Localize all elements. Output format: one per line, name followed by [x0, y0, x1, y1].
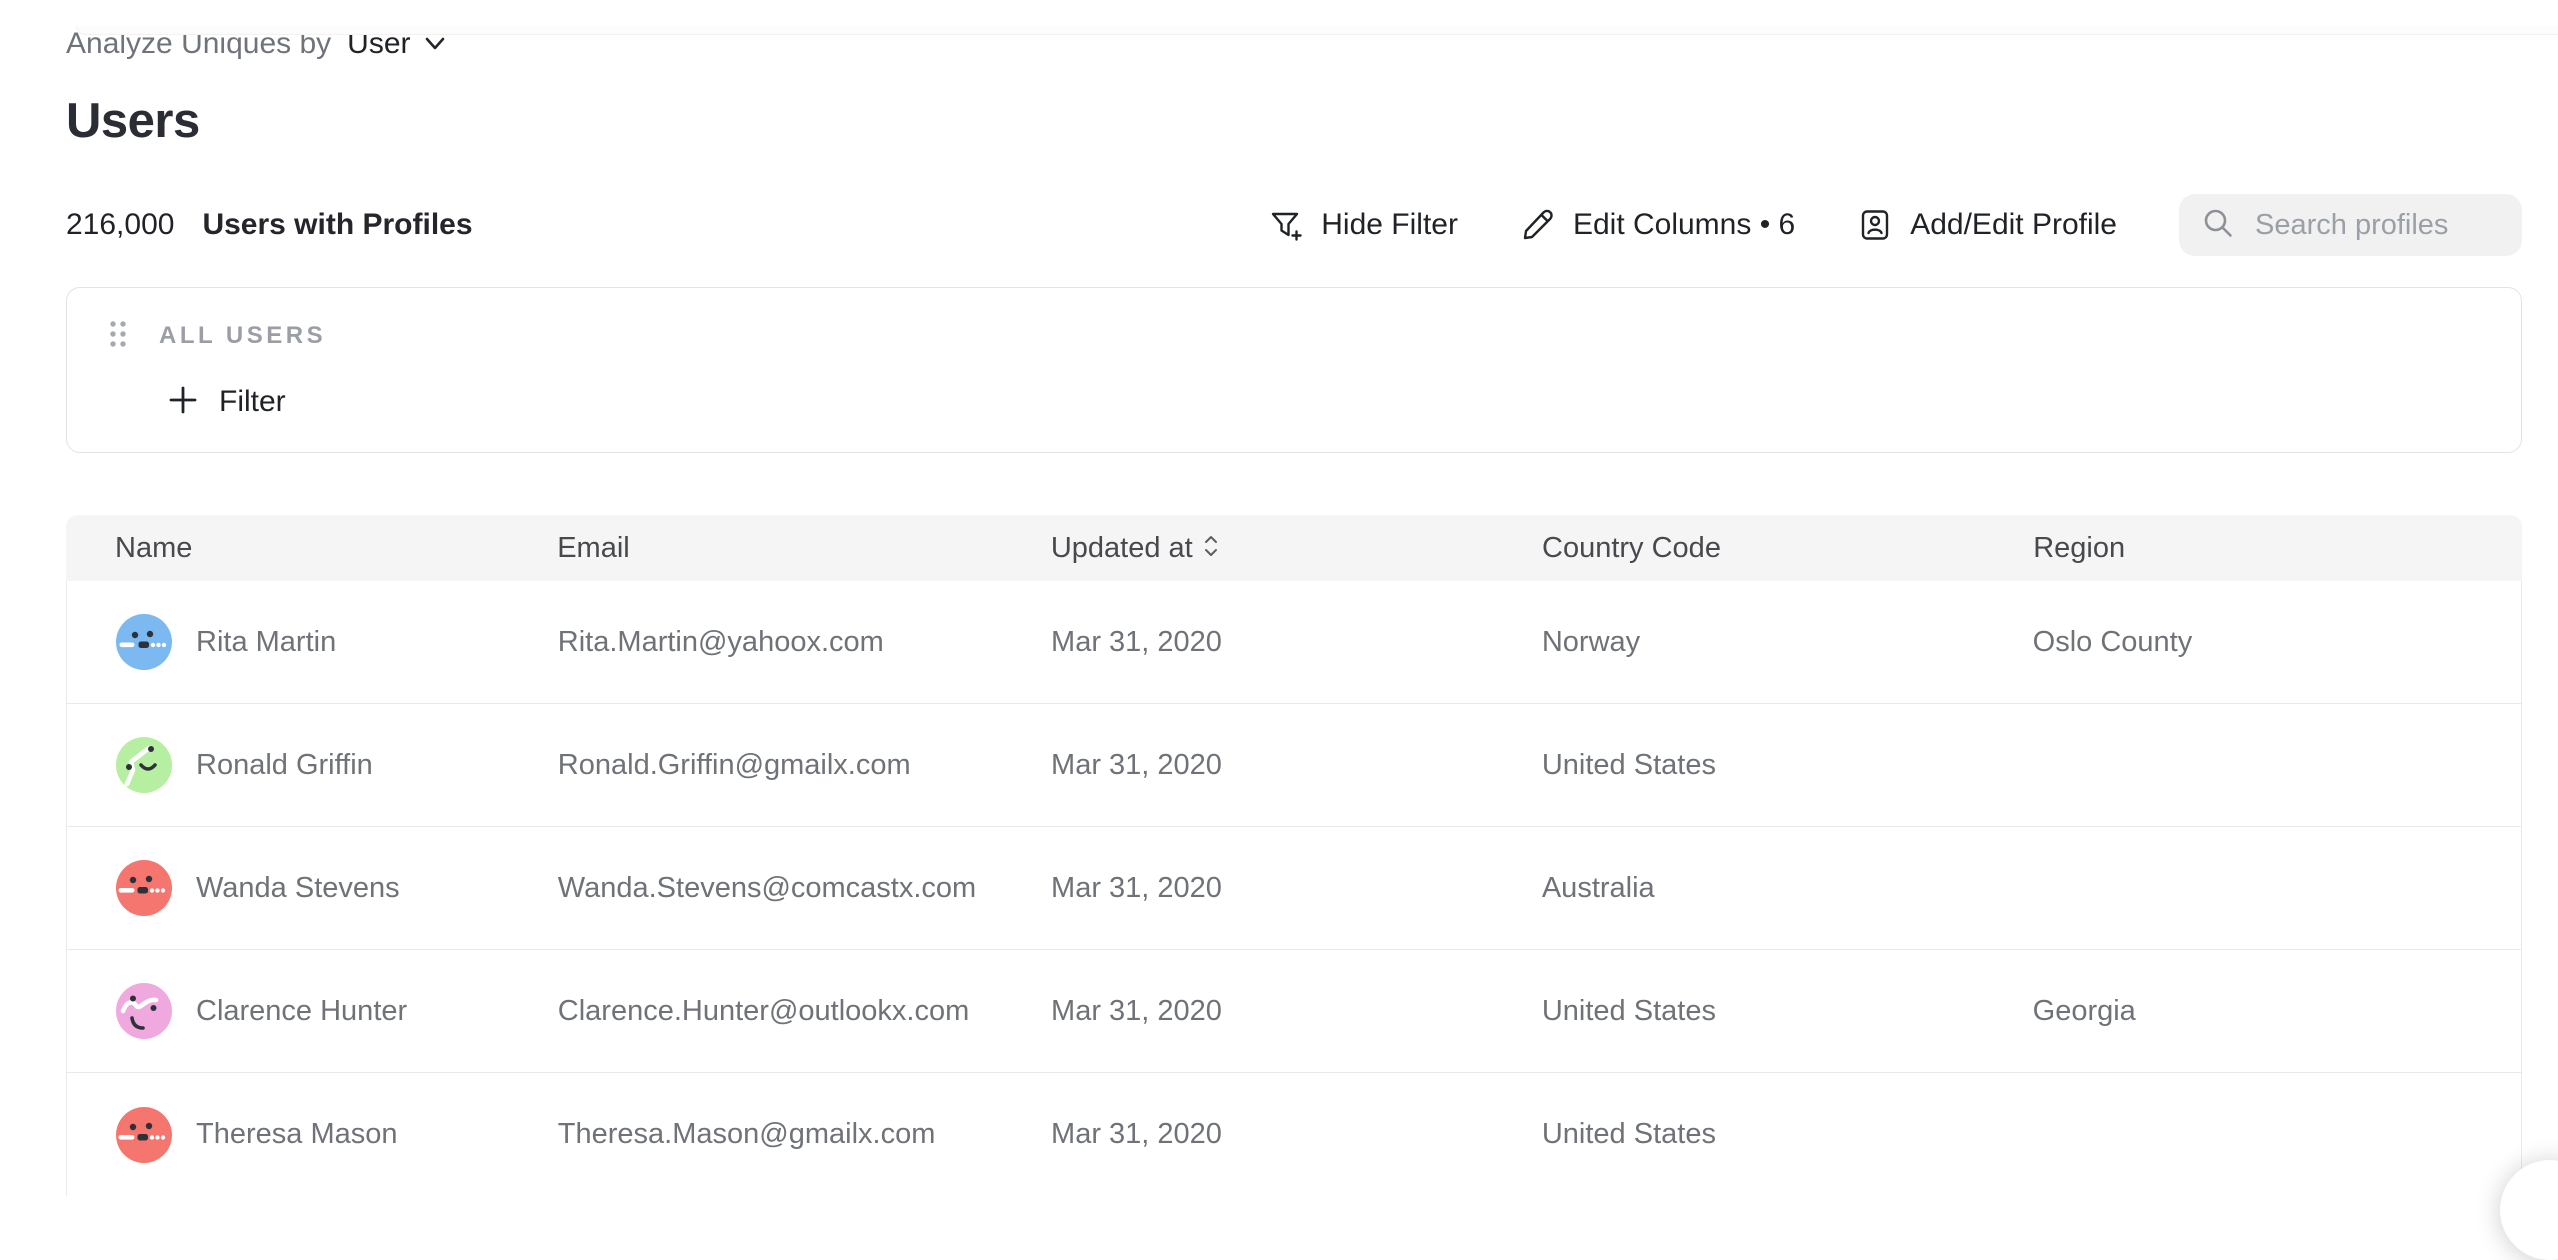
page-title: Users: [66, 92, 2522, 150]
column-header-updated-at[interactable]: Updated at: [1051, 532, 1542, 565]
add-filter-label: Filter: [219, 385, 286, 419]
table-row[interactable]: Wanda Stevens Wanda.Stevens@comcastx.com…: [67, 827, 2521, 950]
column-header-region[interactable]: Region: [2033, 532, 2522, 565]
user-updated: Mar 31, 2020: [1051, 626, 1542, 659]
user-country: Australia: [1542, 872, 2033, 905]
table-row[interactable]: Ronald Griffin Ronald.Griffin@gmailx.com…: [67, 704, 2521, 827]
avatar: [116, 860, 172, 916]
search-icon: [2201, 206, 2235, 245]
user-email: Clarence.Hunter@outlookx.com: [558, 995, 1051, 1028]
dismissed-popover-edge: [76, 26, 2558, 35]
users-page: Analyze Uniques by User Users 216,000 Us…: [0, 26, 2558, 1196]
users-table: Name Email Updated at Country Code Regio…: [66, 515, 2522, 1196]
user-updated: Mar 31, 2020: [1051, 749, 1542, 782]
column-header-country-code[interactable]: Country Code: [1542, 532, 2033, 565]
avatar: [116, 737, 172, 793]
search-profiles-input[interactable]: [2253, 208, 2500, 243]
profiles-count-label: Users with Profiles: [202, 208, 472, 242]
table-body: Rita Martin Rita.Martin@yahoox.com Mar 3…: [66, 581, 2522, 1196]
user-name: Rita Martin: [196, 626, 336, 659]
user-country: United States: [1542, 1118, 2033, 1151]
user-name: Theresa Mason: [196, 1118, 398, 1151]
user-email: Ronald.Griffin@gmailx.com: [558, 749, 1051, 782]
edit-columns-button[interactable]: Edit Columns • 6: [1520, 207, 1795, 243]
pencil-icon: [1520, 207, 1556, 243]
sort-icon[interactable]: [1203, 532, 1219, 565]
stats-toolbar-row: 216,000 Users with Profiles Hide Filter: [66, 190, 2522, 260]
column-header-email[interactable]: Email: [557, 532, 1051, 565]
add-edit-profile-button[interactable]: Add/Edit Profile: [1857, 207, 2117, 243]
user-email: Wanda.Stevens@comcastx.com: [558, 872, 1051, 905]
user-updated: Mar 31, 2020: [1051, 1118, 1542, 1151]
user-email: Rita.Martin@yahoox.com: [558, 626, 1051, 659]
user-updated: Mar 31, 2020: [1051, 995, 1542, 1028]
table-header: Name Email Updated at Country Code Regio…: [66, 515, 2522, 581]
table-row[interactable]: Rita Martin Rita.Martin@yahoox.com Mar 3…: [67, 581, 2521, 704]
table-row[interactable]: Clarence Hunter Clarence.Hunter@outlookx…: [67, 950, 2521, 1073]
profile-card-icon: [1857, 207, 1893, 243]
avatar: [116, 1107, 172, 1163]
add-edit-profile-label: Add/Edit Profile: [1910, 208, 2117, 242]
user-country: United States: [1542, 749, 2033, 782]
add-filter-button[interactable]: Filter: [167, 380, 2521, 424]
profiles-count: 216,000: [66, 208, 174, 242]
user-country: Norway: [1542, 626, 2033, 659]
hide-filter-button[interactable]: Hide Filter: [1268, 207, 1458, 243]
funnel-plus-icon: [1268, 207, 1304, 243]
user-name: Wanda Stevens: [196, 872, 400, 905]
user-name: Ronald Griffin: [196, 749, 373, 782]
column-header-name[interactable]: Name: [66, 532, 557, 565]
profiles-count-group: 216,000 Users with Profiles: [66, 208, 473, 242]
user-region: Georgia: [2033, 995, 2521, 1028]
chevron-down-icon[interactable]: [423, 36, 447, 52]
user-region: Oslo County: [2033, 626, 2521, 659]
user-email: Theresa.Mason@gmailx.com: [558, 1118, 1051, 1151]
hide-filter-label: Hide Filter: [1321, 208, 1458, 242]
edit-columns-label: Edit Columns • 6: [1573, 208, 1795, 242]
filter-panel: ALL USERS Filter: [66, 287, 2522, 453]
user-country: United States: [1542, 995, 2033, 1028]
avatar: [116, 614, 172, 670]
scope-label: ALL USERS: [159, 322, 326, 350]
avatar: [116, 983, 172, 1039]
table-row[interactable]: Theresa Mason Theresa.Mason@gmailx.com M…: [67, 1073, 2521, 1196]
user-updated: Mar 31, 2020: [1051, 872, 1542, 905]
drag-handle-icon[interactable]: [107, 318, 129, 355]
toolbar: Hide Filter Edit Columns • 6: [1268, 194, 2522, 256]
plus-icon: [167, 384, 199, 421]
user-name: Clarence Hunter: [196, 995, 407, 1028]
search-profiles-box[interactable]: [2179, 194, 2522, 256]
